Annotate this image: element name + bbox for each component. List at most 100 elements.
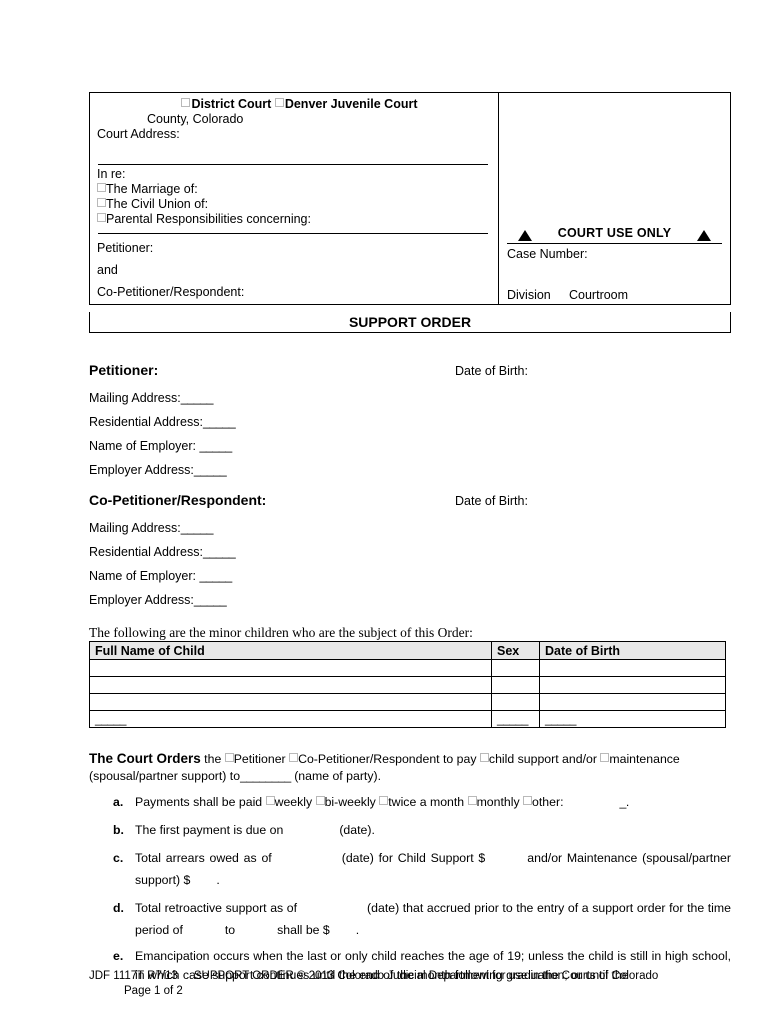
child-sex-cell[interactable] bbox=[491, 676, 540, 694]
court-orders-to-pay: to pay bbox=[439, 752, 480, 766]
weekly-checkbox[interactable] bbox=[265, 796, 275, 805]
child-name-cell[interactable] bbox=[89, 659, 492, 677]
co-petitioner-mailing-address-row: Mailing Address:_____ bbox=[89, 521, 734, 535]
parental-responsibilities-label: Parental Responsibilities concerning: bbox=[106, 212, 311, 226]
document-page: District Court Denver Juvenile Court Cou… bbox=[0, 0, 770, 1024]
children-table-intro: The following are the minor children who… bbox=[89, 625, 473, 640]
in-re-label: In re: bbox=[97, 167, 126, 181]
table-row bbox=[89, 693, 726, 711]
denver-juvenile-court-checkbox[interactable] bbox=[274, 98, 284, 107]
co-petitioner-payer-checkbox[interactable] bbox=[289, 753, 299, 762]
co-petitioner-heading-row: Co-Petitioner/Respondent: Date of Birth: bbox=[89, 492, 734, 511]
court-orders-tail-2: (name of party). bbox=[290, 769, 381, 783]
order-item-a-marker: a. bbox=[113, 795, 124, 809]
petitioner-residential-address-blank[interactable]: _____ bbox=[203, 415, 236, 429]
civil-union-label: The Civil Union of: bbox=[106, 197, 209, 211]
court-orders-lead-paragraph: The Court Orders the Petitioner Co-Petit… bbox=[89, 750, 731, 785]
petitioner-employer-address-label: Employer Address: bbox=[89, 463, 194, 477]
child-name-cell[interactable]: _____ bbox=[89, 710, 492, 728]
bi-weekly-label: bi-weekly bbox=[324, 795, 376, 809]
in-re-marriage-row: The Marriage of: bbox=[97, 182, 492, 197]
children-table-header-row: Full Name of Child Sex Date of Birth bbox=[89, 641, 726, 660]
co-petitioner-employer-name-row: Name of Employer: _____ bbox=[89, 569, 734, 583]
child-sex-cell[interactable]: _____ bbox=[491, 710, 540, 728]
bi-weekly-checkbox[interactable] bbox=[315, 796, 325, 805]
co-petitioner-residential-address-label: Residential Address: bbox=[89, 545, 203, 559]
twice-a-month-checkbox[interactable] bbox=[379, 796, 389, 805]
children-table: Full Name of Child Sex Date of Birth ___… bbox=[89, 641, 726, 728]
order-item-c-text-1: Total arrears owed as of bbox=[135, 851, 272, 865]
co-petitioner-employer-name-blank[interactable]: _____ bbox=[199, 569, 232, 583]
child-dob-cell[interactable] bbox=[539, 693, 726, 711]
court-orders-section: The Court Orders the Petitioner Co-Petit… bbox=[89, 750, 731, 985]
petitioner-employer-address-blank[interactable]: _____ bbox=[194, 463, 227, 477]
co-petitioner-dob-label: Date of Birth: bbox=[455, 494, 528, 508]
co-petitioner-residential-address-blank[interactable]: _____ bbox=[203, 545, 236, 559]
child-name-cell[interactable] bbox=[89, 693, 492, 711]
order-item-c: c. Total arrears owed as of (date) for Chi… bbox=[89, 847, 731, 891]
petitioner-employer-name-blank[interactable]: _____ bbox=[199, 439, 232, 453]
order-item-c-text-4: . bbox=[216, 873, 220, 887]
marriage-label: The Marriage of: bbox=[106, 182, 198, 196]
other-frequency-blank[interactable]: _. bbox=[620, 795, 630, 809]
court-orders-list: a. Payments shall be paid weekly bi-weekl… bbox=[89, 791, 731, 985]
maintenance-label: maintenance bbox=[609, 752, 680, 766]
maintenance-checkbox[interactable] bbox=[600, 753, 610, 762]
child-dob-cell[interactable]: _____ bbox=[539, 710, 726, 728]
petitioner-mailing-address-label: Mailing Address: bbox=[89, 391, 181, 405]
child-dob-cell[interactable] bbox=[539, 676, 726, 694]
order-item-d-text-1: Total retroactive support as of bbox=[135, 901, 298, 915]
marriage-checkbox[interactable] bbox=[97, 183, 106, 192]
petitioner-employer-name-row: Name of Employer: _____ bbox=[89, 439, 734, 453]
petitioner-mailing-address-blank[interactable]: _____ bbox=[181, 391, 214, 405]
district-court-checkbox[interactable] bbox=[181, 98, 191, 107]
court-use-only-rule bbox=[507, 243, 722, 244]
child-dob-cell[interactable] bbox=[539, 659, 726, 677]
footer-revision: R7/13 bbox=[147, 970, 178, 982]
weekly-label: weekly bbox=[274, 795, 313, 809]
courtroom-label: Courtroom bbox=[569, 288, 629, 302]
caption-left-column: District Court Denver Juvenile Court Cou… bbox=[90, 93, 499, 304]
monthly-checkbox[interactable] bbox=[467, 796, 477, 805]
other-frequency-checkbox[interactable] bbox=[523, 796, 533, 805]
child-support-label: child support and/or bbox=[488, 752, 601, 766]
child-support-checkbox[interactable] bbox=[479, 753, 489, 762]
order-item-b-marker: b. bbox=[113, 823, 124, 837]
footer-copyright: SUPPORT ORDER © 2013 Colorado Judicial D… bbox=[193, 970, 659, 982]
court-use-only-label: COURT USE ONLY bbox=[557, 226, 672, 240]
co-petitioner-section: Co-Petitioner/Respondent: Date of Birth:… bbox=[89, 492, 734, 607]
petitioner-payer-checkbox[interactable] bbox=[224, 753, 234, 762]
case-number-label: Case Number: bbox=[507, 247, 588, 261]
co-petitioner-employer-address-row: Employer Address:_____ bbox=[89, 593, 734, 607]
court-orders-lead-bold: The Court Orders bbox=[89, 751, 201, 766]
caption-petitioner-label: Petitioner: bbox=[97, 241, 154, 255]
order-item-b-text-1: The first payment is due on bbox=[135, 823, 284, 837]
denver-juvenile-court-label: Denver Juvenile Court bbox=[284, 97, 418, 111]
court-type-row: District Court Denver Juvenile Court bbox=[97, 97, 492, 112]
petitioner-employer-address-row: Employer Address:_____ bbox=[89, 463, 734, 477]
civil-union-checkbox[interactable] bbox=[97, 198, 106, 207]
child-sex-cell[interactable] bbox=[491, 693, 540, 711]
co-petitioner-residential-address-row: Residential Address:_____ bbox=[89, 545, 734, 559]
child-name-cell[interactable] bbox=[89, 676, 492, 694]
name-of-party-blank[interactable]: ________ bbox=[240, 769, 291, 783]
court-use-only-block: COURT USE ONLY Case Number: Division Cou… bbox=[507, 226, 722, 303]
table-row bbox=[89, 676, 726, 694]
order-item-b-text-2: (date). bbox=[339, 823, 375, 837]
child-sex-cell[interactable] bbox=[491, 659, 540, 677]
court-orders-lead-the: the bbox=[200, 752, 225, 766]
petitioner-section: Petitioner: Date of Birth: Mailing Addre… bbox=[89, 362, 734, 477]
parental-responsibilities-checkbox[interactable] bbox=[97, 213, 106, 222]
footer-page-number: Page 1 of 2 bbox=[124, 985, 183, 997]
table-row bbox=[89, 659, 726, 677]
caption-right-column: COURT USE ONLY Case Number: Division Cou… bbox=[499, 93, 730, 304]
case-caption-box: District Court Denver Juvenile Court Cou… bbox=[89, 92, 731, 305]
district-court-label: District Court bbox=[191, 97, 272, 111]
order-item-d-text-3: to bbox=[224, 923, 236, 937]
page-footer: JDF 1117T R7/13 SUPPORT ORDER © 2013 Colo… bbox=[89, 969, 739, 999]
triangle-left-icon bbox=[517, 230, 532, 241]
co-petitioner-employer-address-blank[interactable]: _____ bbox=[194, 593, 227, 607]
column-header-date-of-birth: Date of Birth bbox=[539, 641, 726, 660]
co-petitioner-mailing-address-blank[interactable]: _____ bbox=[181, 521, 214, 535]
caption-and-label: and bbox=[97, 263, 118, 277]
